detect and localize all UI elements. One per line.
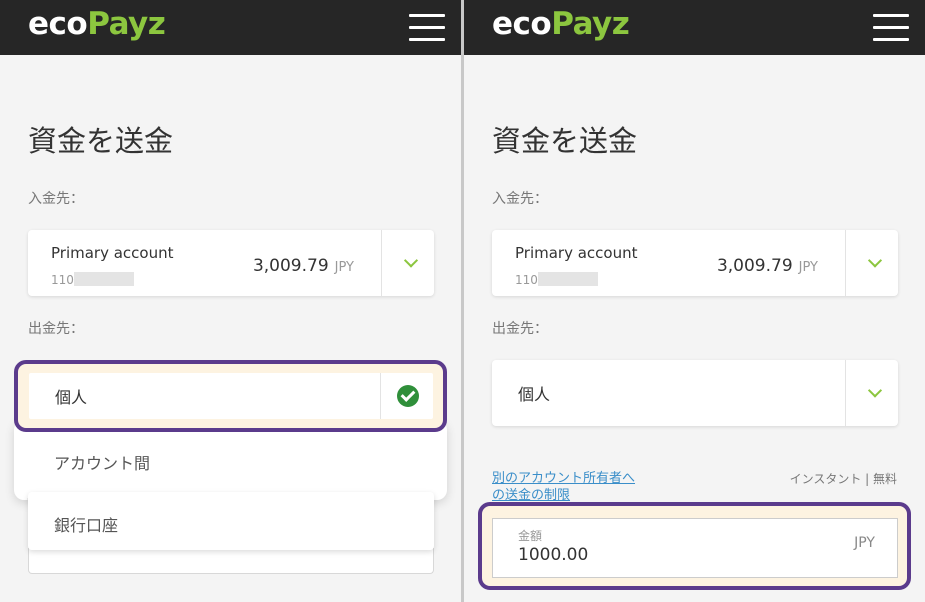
chevron-down-icon[interactable] bbox=[867, 253, 883, 268]
withdraw-dropdown-menu: アカウント間 bbox=[14, 420, 447, 500]
account-balance: 3,009.79 JPY bbox=[252, 256, 354, 276]
ecopayz-logo[interactable]: ecoPayz bbox=[492, 6, 630, 42]
account-name: Primary account bbox=[515, 244, 638, 262]
select-divider bbox=[380, 373, 381, 419]
hamburger-icon[interactable] bbox=[873, 14, 909, 42]
page-title: 資金を送金 bbox=[28, 124, 174, 158]
select-divider bbox=[845, 360, 846, 426]
account-balance: 3,009.79 JPY bbox=[716, 256, 818, 276]
option-bank-account-label: 銀行口座 bbox=[54, 516, 119, 535]
withdraw-label: 出金先： bbox=[28, 321, 84, 337]
chevron-down-icon[interactable] bbox=[403, 253, 419, 268]
account-number: 110 bbox=[515, 272, 598, 287]
amount-label: 金額 bbox=[518, 529, 543, 543]
account-name: Primary account bbox=[51, 244, 174, 262]
option-bank-account[interactable]: 銀行口座 bbox=[28, 492, 434, 550]
right-screen: ecoPayz 資金を送金 入金先： Primary account 110 3… bbox=[464, 0, 925, 602]
amount-currency: JPY bbox=[854, 535, 875, 551]
transfer-limit-link[interactable]: 別のアカウント所有者へ の送金の制限 bbox=[492, 470, 635, 504]
deposit-label: 入金先： bbox=[28, 191, 84, 207]
check-circle-icon bbox=[397, 385, 419, 407]
hamburger-icon[interactable] bbox=[409, 14, 445, 42]
deposit-account-select[interactable]: Primary account 110 3,009.79 JPY bbox=[28, 230, 434, 296]
top-bar: ecoPayz bbox=[0, 0, 461, 55]
top-bar: ecoPayz bbox=[464, 0, 925, 55]
withdraw-select[interactable]: 個人 bbox=[492, 360, 898, 426]
account-number: 110 bbox=[51, 272, 134, 287]
select-divider bbox=[845, 230, 846, 296]
option-between-accounts[interactable]: アカウント間 bbox=[54, 450, 150, 474]
deposit-account-select[interactable]: Primary account 110 3,009.79 JPY bbox=[492, 230, 898, 296]
withdraw-selected-value: 個人 bbox=[518, 385, 551, 404]
left-screen: ecoPayz 資金を送金 入金先： Primary account 110 3… bbox=[0, 0, 461, 602]
masked-account-number bbox=[73, 272, 134, 286]
amount-input[interactable]: 1000.00 bbox=[518, 545, 588, 565]
withdraw-select[interactable]: 個人 bbox=[29, 373, 433, 419]
page-title: 資金を送金 bbox=[492, 124, 638, 158]
ecopayz-logo[interactable]: ecoPayz bbox=[28, 6, 166, 42]
amount-field[interactable]: 金額 1000.00 JPY bbox=[492, 518, 898, 578]
deposit-label: 入金先： bbox=[492, 191, 548, 207]
chevron-down-icon[interactable] bbox=[867, 383, 883, 398]
instant-free-note: インスタント | 無料 bbox=[789, 472, 897, 486]
masked-account-number bbox=[537, 272, 598, 286]
select-divider bbox=[381, 230, 382, 296]
withdraw-selected-value: 個人 bbox=[55, 388, 88, 407]
withdraw-label: 出金先： bbox=[492, 321, 548, 337]
hidden-field-edge bbox=[28, 548, 434, 574]
